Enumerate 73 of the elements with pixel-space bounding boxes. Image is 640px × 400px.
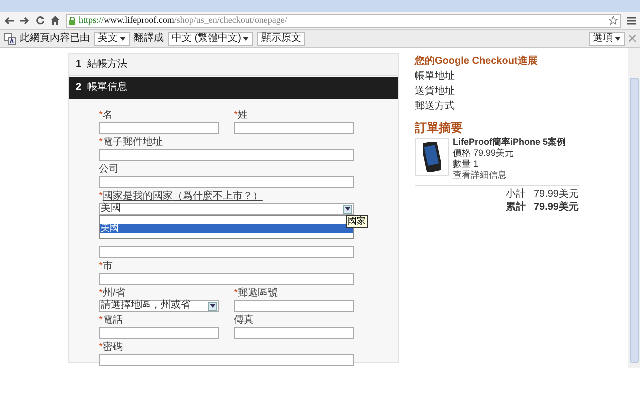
progress-step: 帳單地址: [415, 72, 615, 82]
field-label: 電子郵件地址: [102, 138, 163, 148]
reload-icon[interactable]: [36, 16, 45, 25]
product-price: 價格 79.99美元: [453, 149, 516, 158]
required-mark: *: [234, 110, 238, 120]
text-field[interactable]: [99, 176, 354, 188]
star-icon[interactable]: [609, 16, 618, 25]
required-mark: *: [99, 262, 103, 272]
field-label: 傳真: [234, 316, 254, 326]
field-label: 郵遞區號: [238, 288, 278, 298]
required-mark: *: [99, 316, 103, 326]
dropdown-option[interactable]: 美國: [100, 224, 353, 233]
text-field[interactable]: [99, 327, 219, 339]
dropdown[interactable]: 美國: [99, 203, 354, 215]
caret-icon: [615, 36, 621, 40]
translate-message: 翻譯成: [134, 34, 164, 44]
translate-icon: [4, 32, 16, 44]
text-field[interactable]: [99, 273, 354, 285]
source-language-select[interactable]: 英文: [94, 32, 130, 46]
field-label: 名: [102, 110, 113, 120]
required-mark: *: [234, 288, 238, 298]
back-icon[interactable]: [4, 16, 14, 24]
details-link[interactable]: 查看詳細信息: [453, 171, 566, 180]
field-label: 公司: [99, 164, 119, 174]
required-mark: *: [99, 138, 103, 148]
total-label: 累計: [506, 203, 526, 213]
text-field[interactable]: [234, 327, 354, 339]
field-label: 州/省: [102, 288, 126, 298]
tooltip: 國家: [346, 215, 368, 228]
total-value: 79.99美元: [534, 190, 579, 200]
summary-title: 訂單摘要: [415, 122, 464, 134]
caret-icon: [120, 36, 126, 40]
text-field[interactable]: [99, 246, 354, 258]
product-name: LifeProof簡率iPhone 5案例: [453, 138, 566, 147]
show-original-button[interactable]: 顯示原文: [257, 32, 306, 46]
dropdown-arrow-icon: [343, 204, 352, 214]
phone-icon: [423, 142, 441, 172]
why-link[interactable]: （爲什麽不上市？）: [172, 192, 263, 202]
options-button[interactable]: 選項: [589, 32, 625, 46]
menu-icon[interactable]: [627, 16, 636, 24]
step-header[interactable]: 1 結帳方法: [69, 54, 398, 76]
translate-message: 此網頁內容已由: [20, 34, 90, 44]
forward-icon[interactable]: [20, 16, 30, 24]
step-header[interactable]: 2 帳單信息: [69, 77, 398, 99]
caret-icon: [243, 36, 250, 40]
progress-step: 送貨地址: [415, 87, 615, 97]
field-label: 姓: [238, 110, 248, 120]
required-mark: *: [99, 288, 103, 298]
text-field[interactable]: [234, 122, 354, 134]
url-text: https://www.lifeproof.com/shop/us_en/checkout/onepage/: [79, 16, 288, 25]
target-language-select[interactable]: 中文 (繁體中文): [168, 32, 254, 46]
dropdown-arrow-icon: [208, 302, 217, 310]
required-mark: *: [99, 192, 103, 202]
home-icon[interactable]: [51, 16, 60, 25]
product-quantity: 數量 1: [453, 160, 480, 169]
text-field[interactable]: [99, 122, 219, 134]
address-bar[interactable]: https://www.lifeproof.com/shop/us_en/checkout/onepage/: [66, 14, 621, 28]
field-label: 密碼: [102, 342, 123, 352]
dropdown[interactable]: 請選擇地區，州或省: [99, 300, 219, 312]
text-field[interactable]: [99, 354, 354, 366]
field-label: 市: [102, 262, 113, 272]
progress-step: 郵送方式: [415, 102, 615, 112]
required-mark: *: [99, 110, 103, 120]
total-label: 小計: [506, 190, 526, 200]
required-mark: *: [99, 342, 103, 352]
close-icon[interactable]: [629, 35, 636, 42]
scrollbar[interactable]: [628, 48, 640, 368]
progress-title: 您的Google Checkout進展: [415, 57, 539, 67]
field-label: 電話: [102, 316, 123, 326]
text-field[interactable]: [99, 149, 354, 161]
total-value: 79.99美元: [534, 203, 579, 213]
text-field[interactable]: [234, 300, 354, 312]
field-label: 國家是我的國家: [102, 192, 173, 202]
